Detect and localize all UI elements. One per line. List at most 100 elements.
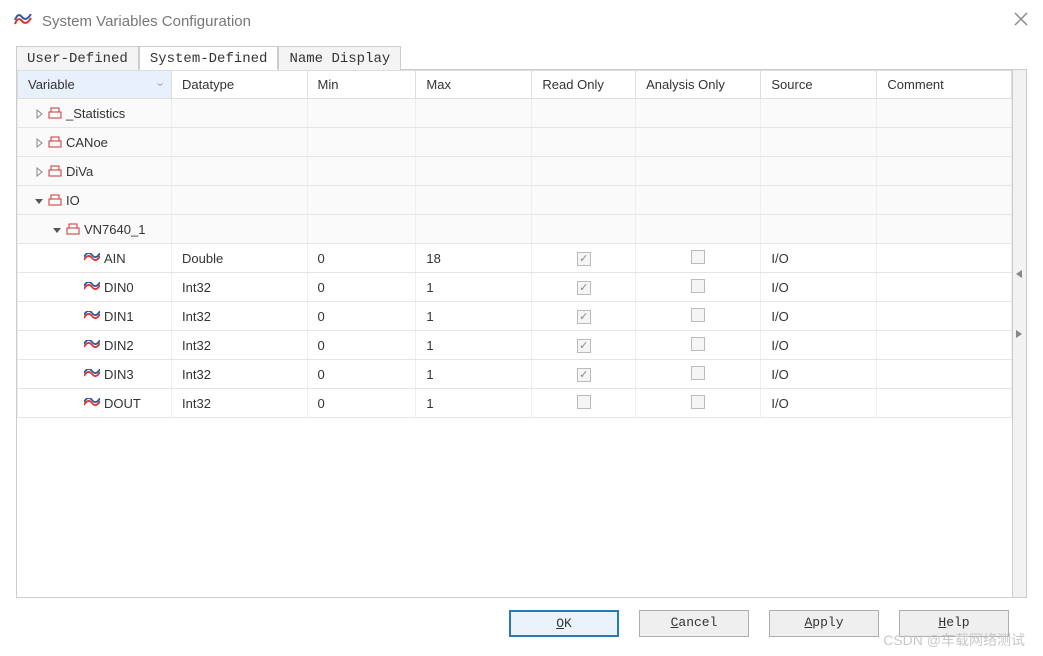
analysisonly-cell[interactable] — [636, 244, 761, 273]
variable-icon — [84, 369, 100, 379]
source-cell: I/O — [761, 302, 877, 331]
comment-cell — [877, 273, 1012, 302]
tree-group-io[interactable]: IO — [18, 186, 1012, 215]
checkbox[interactable] — [691, 308, 705, 322]
checkbox[interactable] — [691, 337, 705, 351]
resize-gutter[interactable] — [1012, 70, 1026, 597]
group-label: _Statistics — [66, 106, 125, 121]
column-header-comment[interactable]: Comment — [877, 71, 1012, 99]
window-title: System Variables Configuration — [42, 13, 251, 30]
checkbox[interactable] — [577, 368, 591, 382]
chevron-right-icon[interactable] — [1016, 330, 1022, 338]
titlebar: System Variables Configuration — [0, 0, 1043, 42]
dialog-buttons: OK Cancel Apply Help — [16, 598, 1027, 637]
namespace-icon — [48, 165, 62, 177]
namespace-icon — [48, 136, 62, 148]
group-label: IO — [66, 193, 80, 208]
chevron-down-icon[interactable] — [34, 193, 44, 208]
tab-name-display[interactable]: Name Display — [278, 46, 401, 70]
max-cell: 18 — [416, 244, 532, 273]
variable-row-dout[interactable]: DOUTInt3201I/O — [18, 389, 1012, 418]
tab-user-defined[interactable]: User-Defined — [16, 46, 139, 70]
min-cell: 0 — [307, 244, 416, 273]
checkbox[interactable] — [691, 250, 705, 264]
app-logo-icon — [14, 14, 32, 28]
readonly-cell[interactable] — [532, 389, 636, 418]
max-cell: 1 — [416, 360, 532, 389]
variable-name: DIN3 — [104, 367, 134, 382]
datatype-cell: Int32 — [172, 331, 308, 360]
column-header-min[interactable]: Min — [307, 71, 416, 99]
tree-group-_statistics[interactable]: _Statistics — [18, 99, 1012, 128]
datatype-cell: Int32 — [172, 302, 308, 331]
group-label: CANoe — [66, 135, 108, 150]
min-cell: 0 — [307, 273, 416, 302]
variable-icon — [84, 253, 100, 263]
tab-system-defined[interactable]: System-Defined — [139, 46, 279, 70]
readonly-cell[interactable] — [532, 273, 636, 302]
chevron-left-icon[interactable] — [1016, 270, 1022, 278]
analysisonly-cell[interactable] — [636, 302, 761, 331]
checkbox[interactable] — [577, 339, 591, 353]
checkbox[interactable] — [691, 366, 705, 380]
max-cell: 1 — [416, 302, 532, 331]
comment-cell — [877, 331, 1012, 360]
checkbox[interactable] — [577, 395, 591, 409]
readonly-cell[interactable] — [532, 331, 636, 360]
variable-name: DIN2 — [104, 338, 134, 353]
analysisonly-cell[interactable] — [636, 331, 761, 360]
variable-row-din3[interactable]: DIN3Int3201I/O — [18, 360, 1012, 389]
checkbox[interactable] — [577, 310, 591, 324]
tree-group-diva[interactable]: DiVa — [18, 157, 1012, 186]
chevron-right-icon[interactable] — [34, 135, 44, 150]
help-button[interactable]: Help — [899, 610, 1009, 637]
analysisonly-cell[interactable] — [636, 273, 761, 302]
namespace-icon — [66, 223, 80, 235]
checkbox[interactable] — [577, 252, 591, 266]
cancel-button[interactable]: Cancel — [639, 610, 749, 637]
namespace-icon — [48, 107, 62, 119]
variable-row-din2[interactable]: DIN2Int3201I/O — [18, 331, 1012, 360]
tree-group-vn7640_1[interactable]: VN7640_1 — [18, 215, 1012, 244]
close-icon[interactable] — [1013, 10, 1029, 33]
checkbox[interactable] — [577, 281, 591, 295]
chevron-right-icon[interactable] — [34, 106, 44, 121]
variables-grid[interactable]: VariableDatatypeMinMaxRead OnlyAnalysis … — [17, 70, 1012, 597]
datatype-cell: Int32 — [172, 389, 308, 418]
column-header-analysis-only[interactable]: Analysis Only — [636, 71, 761, 99]
source-cell: I/O — [761, 389, 877, 418]
variable-row-ain[interactable]: AINDouble018I/O — [18, 244, 1012, 273]
chevron-right-icon[interactable] — [34, 164, 44, 179]
column-header-datatype[interactable]: Datatype — [172, 71, 308, 99]
comment-cell — [877, 244, 1012, 273]
tab-strip: User-DefinedSystem-DefinedName Display — [16, 46, 1027, 70]
variable-name: DOUT — [104, 396, 141, 411]
ok-button[interactable]: OK — [509, 610, 619, 637]
column-header-variable[interactable]: Variable — [18, 71, 172, 99]
variable-name: AIN — [104, 251, 126, 266]
chevron-down-icon[interactable] — [52, 222, 62, 237]
min-cell: 0 — [307, 360, 416, 389]
analysisonly-cell[interactable] — [636, 389, 761, 418]
variable-icon — [84, 398, 100, 408]
apply-button[interactable]: Apply — [769, 610, 879, 637]
column-header-max[interactable]: Max — [416, 71, 532, 99]
readonly-cell[interactable] — [532, 360, 636, 389]
min-cell: 0 — [307, 389, 416, 418]
readonly-cell[interactable] — [532, 302, 636, 331]
datatype-cell: Double — [172, 244, 308, 273]
column-header-source[interactable]: Source — [761, 71, 877, 99]
checkbox[interactable] — [691, 279, 705, 293]
variable-row-din1[interactable]: DIN1Int3201I/O — [18, 302, 1012, 331]
tree-group-canoe[interactable]: CANoe — [18, 128, 1012, 157]
min-cell: 0 — [307, 331, 416, 360]
column-header-read-only[interactable]: Read Only — [532, 71, 636, 99]
source-cell: I/O — [761, 360, 877, 389]
readonly-cell[interactable] — [532, 244, 636, 273]
variable-icon — [84, 282, 100, 292]
group-label: VN7640_1 — [84, 222, 145, 237]
variable-name: DIN0 — [104, 280, 134, 295]
analysisonly-cell[interactable] — [636, 360, 761, 389]
variable-row-din0[interactable]: DIN0Int3201I/O — [18, 273, 1012, 302]
checkbox[interactable] — [691, 395, 705, 409]
